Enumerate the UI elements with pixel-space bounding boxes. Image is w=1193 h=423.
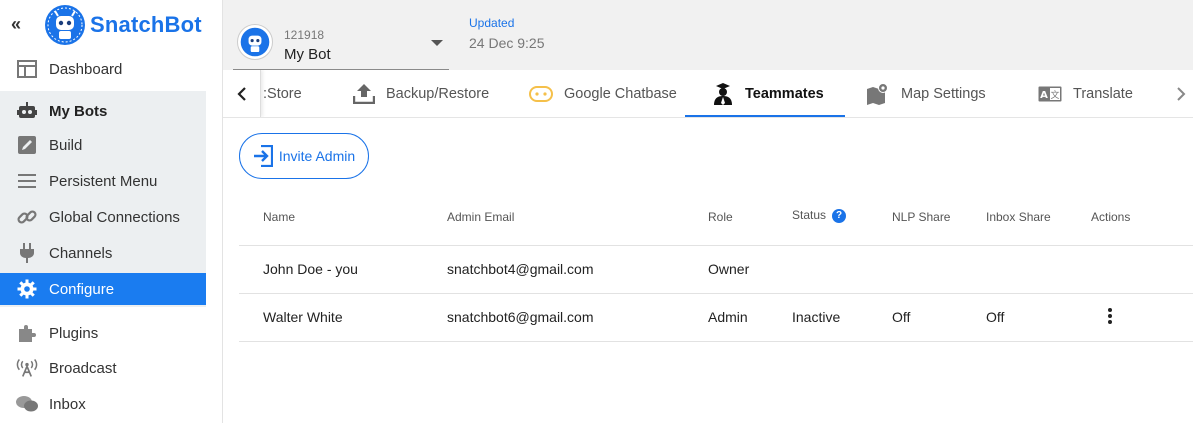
chevron-down-icon <box>431 40 443 46</box>
teammates-icon <box>712 82 734 105</box>
chevron-left-icon <box>236 86 246 101</box>
translate-icon: A文 <box>1038 86 1062 102</box>
gear-icon <box>16 278 38 300</box>
broadcast-icon <box>16 357 38 379</box>
row-divider <box>239 293 1193 294</box>
invite-admin-label: Invite Admin <box>278 148 356 164</box>
column-header-actions: Actions <box>1091 210 1131 224</box>
brand[interactable]: SnatchBot <box>44 4 202 46</box>
collapse-sidebar-button[interactable]: « <box>8 14 24 35</box>
column-header-status: Status? <box>792 208 847 223</box>
sidebar-item-label: Configure <box>49 280 115 298</box>
column-header-status-label: Status <box>792 208 827 222</box>
top-bar: 121918 My Bot Updated 24 Dec 9:25 <box>223 0 1193 70</box>
row-divider <box>239 341 1193 342</box>
tab-label: Store <box>267 85 302 102</box>
sidebar-item-my-bots[interactable]: My Bots <box>0 95 206 127</box>
plug-icon <box>16 242 38 264</box>
sidebar-item-broadcast[interactable]: Broadcast <box>0 352 206 384</box>
help-icon[interactable]: ? <box>832 208 847 223</box>
bot-id: 121918 <box>284 28 325 42</box>
sidebar-item-dashboard[interactable]: Dashboard <box>0 53 206 85</box>
column-header-email: Admin Email <box>447 210 515 224</box>
tab-label: Translate <box>1073 85 1133 102</box>
tab-map-settings[interactable]: Map Settings <box>866 70 986 117</box>
tab-backup-restore[interactable]: Backup/Restore <box>353 70 489 117</box>
tab-teammates[interactable]: Teammates <box>712 70 824 117</box>
row-divider <box>239 245 1193 246</box>
map-icon <box>866 82 890 105</box>
puzzle-icon <box>16 322 38 344</box>
svg-text:A: A <box>1040 90 1048 101</box>
cell-status: Inactive <box>792 309 841 325</box>
sidebar-item-label: My Bots <box>49 102 108 120</box>
tab-label: Google Chatbase <box>564 85 677 102</box>
sidebar-item-persistent-menu[interactable]: Persistent Menu <box>0 165 206 197</box>
tab-label: Backup/Restore <box>386 85 490 102</box>
robot-icon <box>16 100 38 122</box>
snatchbot-logo-icon <box>45 5 85 45</box>
column-header-role: Role <box>708 210 733 224</box>
dashboard-icon <box>16 58 38 80</box>
bot-name: My Bot <box>284 46 331 63</box>
invite-admin-button[interactable]: Invite Admin <box>239 133 369 179</box>
sidebar-item-inbox[interactable]: Inbox <box>0 388 206 420</box>
sidebar-item-label: Broadcast <box>49 359 117 377</box>
sidebar-item-plugins[interactable]: Plugins <box>0 317 206 349</box>
cell-role: Owner <box>708 261 750 277</box>
sidebar-item-configure[interactable]: Configure <box>0 273 206 305</box>
sidebar-item-build[interactable]: Build <box>0 129 206 161</box>
tab-google-chatbase[interactable]: Google Chatbase <box>529 70 677 117</box>
column-header-name: Name <box>263 210 296 224</box>
sidebar-item-label: Global Connections <box>49 208 180 226</box>
svg-text:文: 文 <box>1050 89 1059 101</box>
updated-label: Updated <box>469 16 515 30</box>
app-root: « SnatchBot Dashboard My Bots Build Pers… <box>0 0 1193 423</box>
sidebar-item-label: Plugins <box>49 324 99 342</box>
sidebar-item-label: Persistent Menu <box>49 172 158 190</box>
settings-tabs: : Store Backup/Restore Google Chatbase T… <box>223 70 1193 118</box>
sidebar-item-label: Channels <box>49 244 113 262</box>
tab-label: Map Settings <box>901 85 986 102</box>
more-vert-icon[interactable] <box>1105 306 1115 326</box>
menu-icon <box>16 170 38 192</box>
cell-email: snatchbot4@gmail.com <box>447 261 594 277</box>
active-tab-indicator <box>685 115 845 117</box>
tab-translate[interactable]: A文 Translate <box>1038 70 1133 117</box>
tab-store[interactable]: : Store <box>263 70 302 117</box>
bot-selector[interactable]: 121918 My Bot <box>233 14 449 70</box>
sidebar-item-label: Dashboard <box>49 60 123 78</box>
cell-role: Admin <box>708 309 748 325</box>
sidebar-item-label: Inbox <box>49 395 86 413</box>
chevron-right-icon <box>1177 86 1186 101</box>
upload-icon <box>353 83 375 104</box>
sign-in-icon <box>253 145 273 167</box>
sidebar: « SnatchBot Dashboard My Bots Build Pers… <box>0 0 223 423</box>
cell-name: John Doe - you <box>263 261 358 277</box>
brand-name: SnatchBot <box>90 12 202 37</box>
tabs-scroll-left-button[interactable] <box>223 70 261 117</box>
tab-label: Teammates <box>745 85 824 102</box>
chat-icon <box>16 393 38 415</box>
column-header-nlp-share: NLP Share <box>892 210 951 224</box>
column-header-inbox-share: Inbox Share <box>986 210 1051 224</box>
link-icon <box>16 206 38 228</box>
bot-avatar-icon <box>240 27 270 57</box>
cell-name: Walter White <box>263 309 343 325</box>
cell-nlp-share: Off <box>892 309 911 325</box>
chatbase-icon <box>529 85 553 103</box>
bot-avatar <box>237 24 273 60</box>
sidebar-item-global-connections[interactable]: Global Connections <box>0 201 206 233</box>
pencil-icon <box>16 134 38 156</box>
sidebar-item-label: Build <box>49 136 83 154</box>
tabs-scroll-right-button[interactable] <box>1169 70 1193 117</box>
cell-email: snatchbot6@gmail.com <box>447 309 594 325</box>
updated-timestamp: 24 Dec 9:25 <box>469 35 545 51</box>
sidebar-item-channels[interactable]: Channels <box>0 237 206 269</box>
cell-inbox-share: Off <box>986 309 1005 325</box>
